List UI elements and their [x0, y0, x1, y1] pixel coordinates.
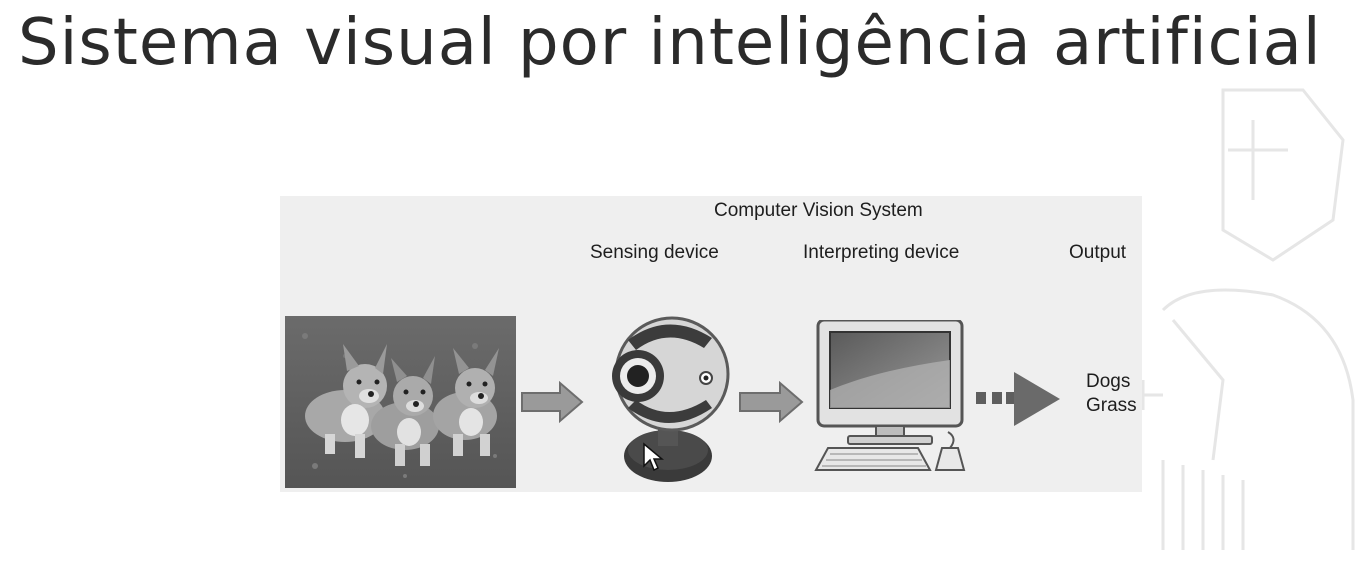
stage-label-sensing: Sensing device [590, 242, 719, 263]
computer-vision-diagram: Computer Vision System Sensing device In… [280, 196, 1142, 492]
mouse-cursor-icon [643, 442, 664, 472]
webcam-icon [612, 316, 730, 482]
dogs-photo [285, 316, 516, 488]
watermark-logo [1123, 88, 1355, 550]
computer-icon [814, 320, 966, 471]
stage-label-interpreting: Interpreting device [803, 242, 960, 263]
arrow-right-icon [521, 380, 584, 424]
stage-label-output: Output [1069, 242, 1127, 263]
slide-title: Sistema visual por inteligência artifici… [18, 6, 1322, 80]
output-item-grass: Grass [1086, 395, 1137, 416]
output-item-dogs: Dogs [1086, 371, 1131, 392]
diagram-title: Computer Vision System [714, 200, 923, 221]
output-arrow-icon [976, 372, 1060, 426]
arrow-right-icon [739, 380, 804, 424]
